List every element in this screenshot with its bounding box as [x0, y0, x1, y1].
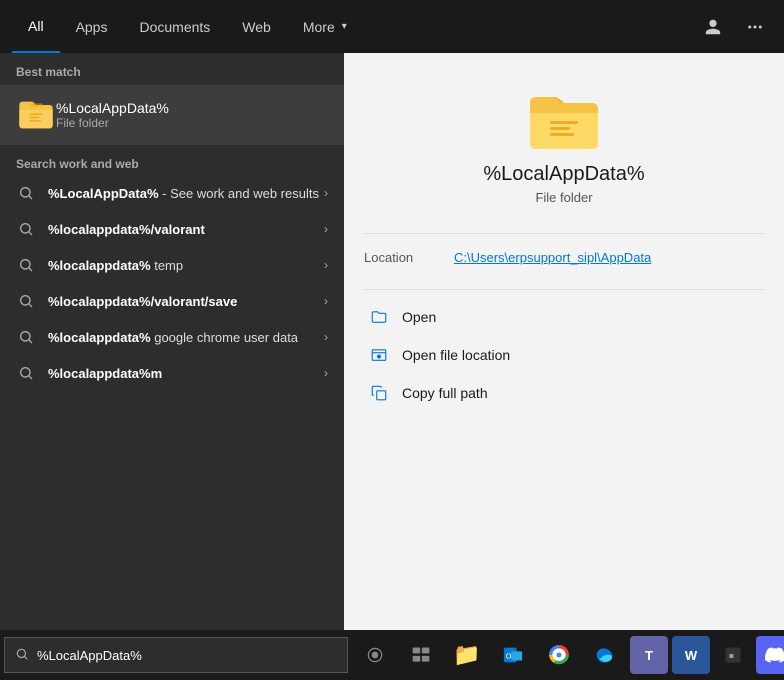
person-icon	[704, 18, 722, 36]
chevron-right-icon: ›	[324, 186, 328, 200]
search-icon	[16, 363, 36, 383]
word-icon: W	[685, 648, 697, 663]
search-result-text: %localappdata% google chrome user data	[48, 330, 324, 345]
list-item[interactable]: %localappdata%m ›	[0, 355, 344, 391]
copy-full-path-action[interactable]: Copy full path	[364, 374, 764, 412]
copy-full-path-label: Copy full path	[402, 385, 488, 401]
list-item[interactable]: %localappdata% temp ›	[0, 247, 344, 283]
discord-icon	[765, 645, 784, 665]
folder-location-icon	[368, 344, 390, 366]
taskbar-search-icon	[15, 647, 29, 664]
location-label: Location	[364, 250, 454, 265]
outlook-button[interactable]: O	[492, 634, 534, 676]
unknown-app-button[interactable]: ■	[714, 636, 752, 674]
best-match-item[interactable]: %LocalAppData% File folder	[0, 85, 344, 145]
outlook-icon: O	[502, 644, 524, 666]
search-input[interactable]	[37, 648, 337, 663]
teams-icon: T	[645, 648, 653, 663]
taskbar-search-box[interactable]	[4, 637, 348, 673]
taskbar: 📁 O	[0, 630, 784, 680]
copy-icon	[368, 382, 390, 404]
folder-icon-large	[524, 83, 604, 163]
location-row: Location C:\Users\erpsupport_sipl\AppDat…	[364, 242, 764, 273]
tab-web[interactable]: Web	[226, 0, 287, 53]
open-file-location-label: Open file location	[402, 347, 510, 363]
main-area: Best match %LocalAppData% File folder Se…	[0, 53, 784, 630]
tab-all[interactable]: All	[12, 0, 60, 53]
chevron-right-icon: ›	[324, 258, 328, 272]
tab-more[interactable]: More ▾	[287, 0, 363, 53]
edge-icon	[595, 645, 615, 665]
task-view-button[interactable]	[400, 634, 442, 676]
folder-icon-small	[16, 95, 56, 135]
open-label: Open	[402, 309, 436, 325]
right-panel: %LocalAppData% File folder Location C:\U…	[344, 53, 784, 630]
search-icon	[16, 255, 36, 275]
chrome-button[interactable]	[538, 634, 580, 676]
person-icon-button[interactable]	[696, 14, 730, 40]
location-path[interactable]: C:\Users\erpsupport_sipl\AppData	[454, 250, 651, 265]
chrome-icon	[549, 645, 569, 665]
task-view-icon	[411, 645, 431, 665]
folder-open-icon	[368, 306, 390, 328]
tab-documents[interactable]: Documents	[123, 0, 226, 53]
chevron-right-icon: ›	[324, 222, 328, 236]
list-item[interactable]: %localappdata%/valorant ›	[0, 211, 344, 247]
search-icon	[16, 291, 36, 311]
result-type: File folder	[535, 190, 592, 205]
list-item[interactable]: %LocalAppData% - See work and web result…	[0, 175, 344, 211]
divider	[364, 233, 764, 234]
teams-button[interactable]: T	[630, 636, 668, 674]
top-navigation: All Apps Documents Web More ▾	[0, 0, 784, 53]
left-panel: Best match %LocalAppData% File folder Se…	[0, 53, 344, 630]
search-icon	[16, 183, 36, 203]
list-item[interactable]: %localappdata%/valorant/save ›	[0, 283, 344, 319]
taskbar-apps: 📁 O	[354, 634, 784, 676]
search-result-text: %LocalAppData% - See work and web result…	[48, 186, 324, 201]
best-match-text: %LocalAppData% File folder	[56, 100, 169, 130]
search-result-text: %localappdata% temp	[48, 258, 324, 273]
result-title: %LocalAppData%	[483, 163, 644, 186]
cortana-icon	[365, 645, 385, 665]
svg-text:O: O	[506, 652, 512, 661]
best-match-title: %LocalAppData%	[56, 100, 169, 116]
search-result-text: %localappdata%/valorant	[48, 222, 324, 237]
search-result-text: %localappdata%m	[48, 366, 324, 381]
open-action[interactable]: Open	[364, 298, 764, 336]
discord-button[interactable]	[756, 636, 784, 674]
tab-apps[interactable]: Apps	[60, 0, 124, 53]
divider	[364, 289, 764, 290]
search-section-label: Search work and web	[0, 147, 344, 175]
edge-button[interactable]	[584, 634, 626, 676]
file-explorer-icon: 📁	[453, 642, 480, 668]
word-button[interactable]: W	[672, 636, 710, 674]
ellipsis-icon	[746, 18, 764, 36]
search-icon	[16, 219, 36, 239]
search-icon	[16, 327, 36, 347]
best-match-label: Best match	[0, 53, 344, 85]
search-result-text: %localappdata%/valorant/save	[48, 294, 324, 309]
svg-text:■: ■	[729, 650, 734, 660]
chevron-right-icon: ›	[324, 294, 328, 308]
cortana-button[interactable]	[354, 634, 396, 676]
file-explorer-button[interactable]: 📁	[446, 634, 488, 676]
chevron-down-icon: ▾	[342, 21, 347, 32]
open-file-location-action[interactable]: Open file location	[364, 336, 764, 374]
nav-icons	[696, 14, 772, 40]
best-match-subtitle: File folder	[56, 116, 169, 130]
list-item[interactable]: %localappdata% google chrome user data ›	[0, 319, 344, 355]
ellipsis-icon-button[interactable]	[738, 14, 772, 40]
unknown-app-icon: ■	[723, 645, 743, 665]
chevron-right-icon: ›	[324, 366, 328, 380]
chevron-right-icon: ›	[324, 330, 328, 344]
